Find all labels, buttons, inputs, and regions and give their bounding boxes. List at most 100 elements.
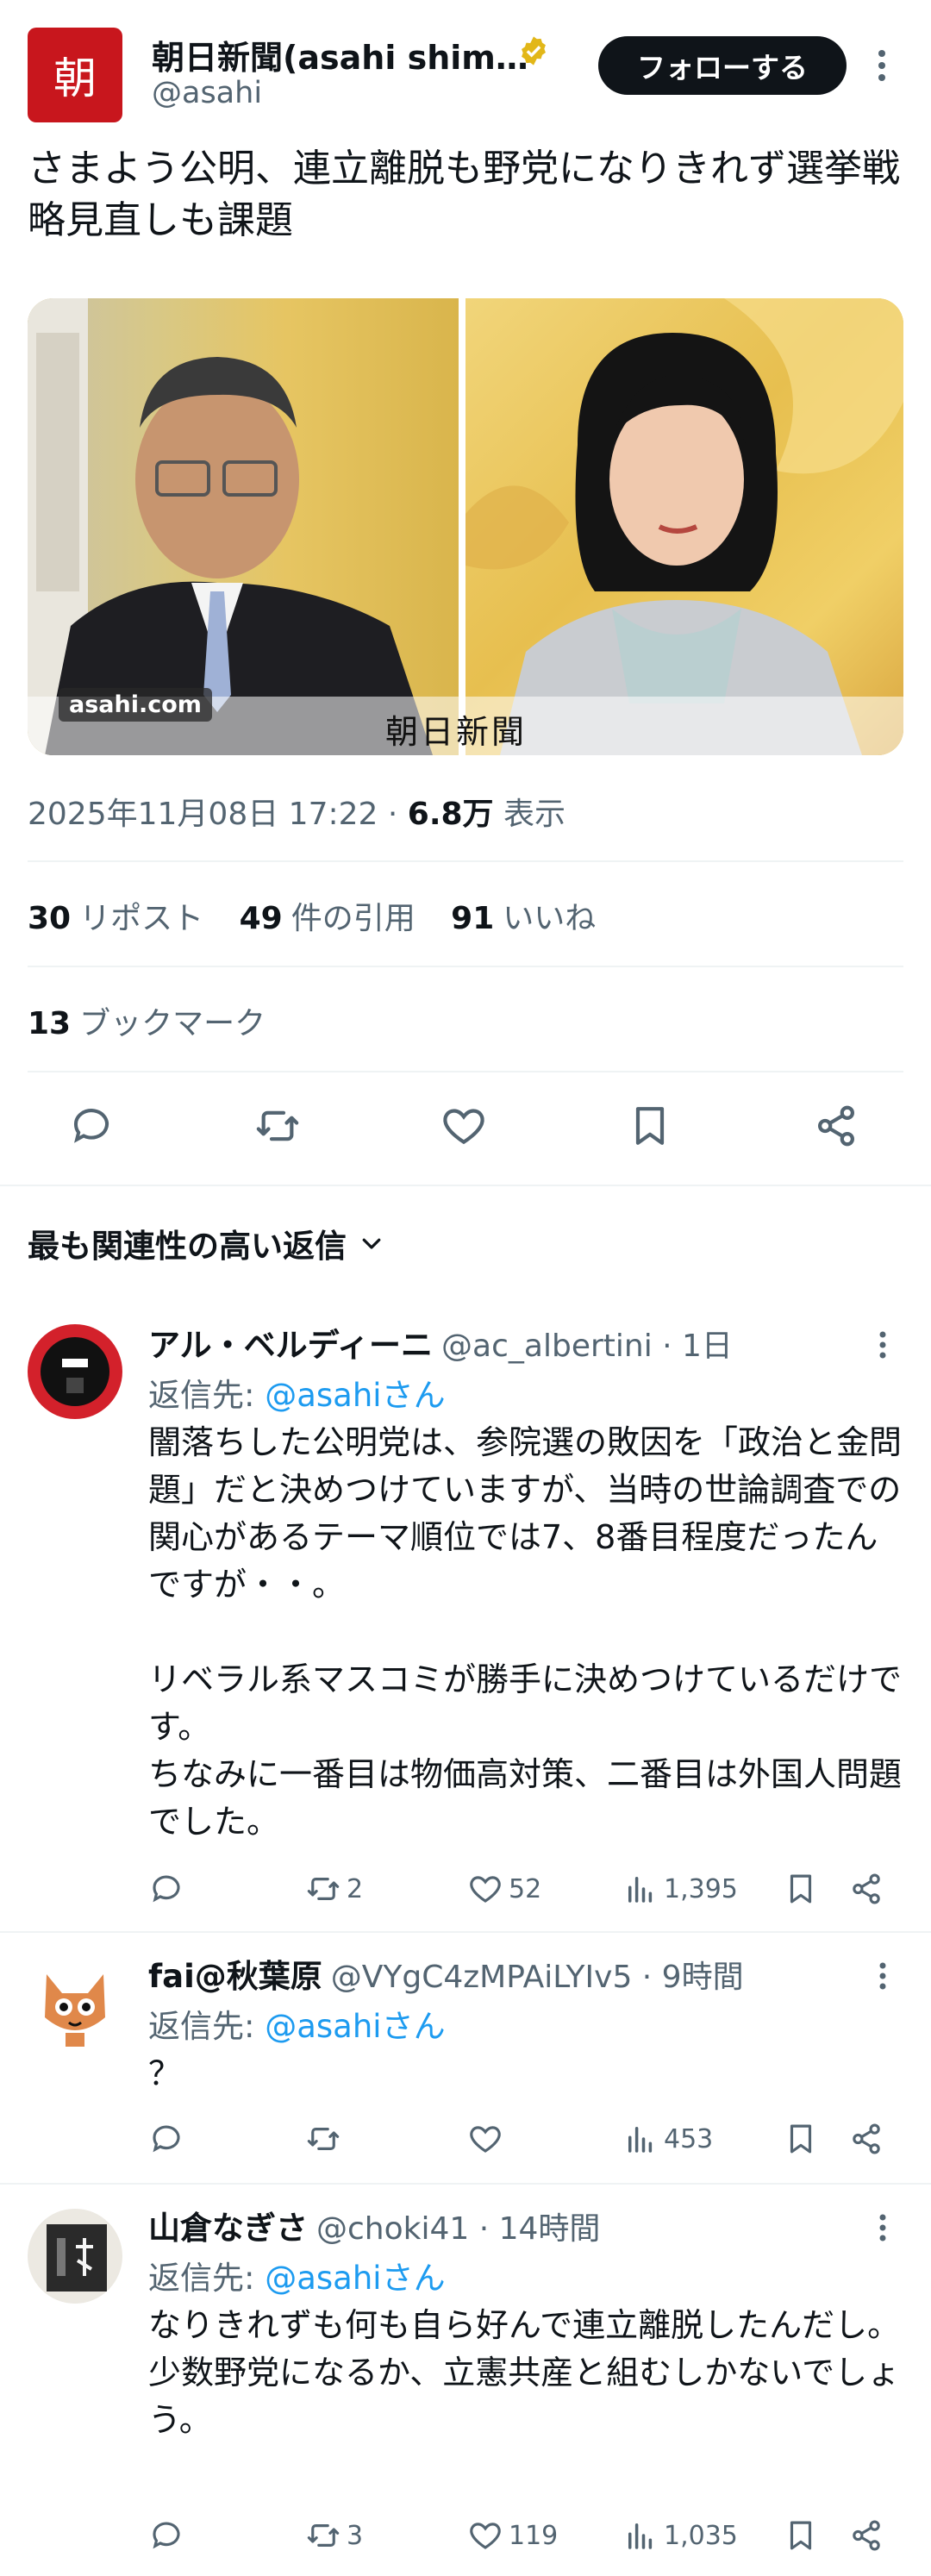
bookmark-button[interactable] xyxy=(624,1100,676,1152)
reply-to-link[interactable]: @asahiさん xyxy=(265,2008,445,2045)
reposts-count: 30 xyxy=(28,901,72,936)
reply-handle-time: @ac_albertini · 1日 xyxy=(441,1329,733,1364)
reply-author-name: アル・ベルディーニ xyxy=(148,1327,434,1364)
reply-reply-button[interactable] xyxy=(148,1871,184,1907)
reply-avatar[interactable] xyxy=(28,1324,122,1419)
bookmarks-stat[interactable]: 13 ブックマーク xyxy=(28,998,266,1043)
reply-bookmark-button[interactable] xyxy=(783,2121,819,2157)
reply-divider xyxy=(0,2183,931,2185)
reply-to-line: 返信先: @asahiさん xyxy=(148,2252,446,2298)
reply-reply-button[interactable] xyxy=(148,2121,184,2157)
reply-reply-button[interactable] xyxy=(148,2517,184,2554)
likes-stat[interactable]: 91 いいね xyxy=(451,901,596,936)
views-label: 表示 xyxy=(493,797,565,832)
reply-views[interactable]: 453 xyxy=(622,2121,713,2157)
follow-button[interactable]: フォローする xyxy=(598,36,847,95)
retweet-button[interactable] xyxy=(252,1100,303,1152)
more-options-icon[interactable] xyxy=(871,45,893,86)
divider xyxy=(28,860,903,862)
share-icon xyxy=(853,2123,880,2154)
bookmarks-label: ブックマーク xyxy=(79,1006,266,1041)
retweet-icon xyxy=(256,1110,299,1141)
reply-views[interactable]: 1,035 xyxy=(622,2517,738,2554)
reply-sort-selector[interactable]: 最も関連性の高い返信 xyxy=(28,1220,384,1266)
reply-icon xyxy=(73,1109,109,1143)
analytics-icon xyxy=(628,2127,653,2153)
account-handle[interactable]: @asahi xyxy=(152,76,262,110)
reply-more-icon[interactable] xyxy=(872,1328,893,1362)
reply-author[interactable]: fai@秋葉原 @VYgC4zMPAiLYIv5 · 9時間 xyxy=(148,1950,744,1997)
reply-body: 闇落ちした公明党は、参院選の敗因を「政治と金問題」だと決めつけていますが、当時の… xyxy=(148,1423,903,1841)
share-button[interactable] xyxy=(810,1100,862,1152)
reply-avatar[interactable] xyxy=(28,1957,122,2052)
bookmarks-count: 13 xyxy=(28,1006,72,1041)
reply-author[interactable]: 山倉なぎさ @choki41 · 14時間 xyxy=(148,2202,600,2248)
reply-like-count: 52 xyxy=(509,1873,542,1904)
reply-to-prefix: 返信先: xyxy=(148,2260,266,2297)
logo-char: 朝 xyxy=(53,53,97,103)
tweet-photo[interactable]: asahi.com 朝日新聞 xyxy=(28,298,903,755)
reply-retweet-button[interactable]: 3 xyxy=(305,2517,363,2554)
reply-to-link[interactable]: @asahiさん xyxy=(265,2260,445,2297)
divider xyxy=(28,1071,903,1072)
reply-body: なりきれずも何も自ら好んで連立離脱したんだし。 少数野党になるか、立憲共産と組む… xyxy=(148,2306,901,2439)
reply-bookmark-button[interactable] xyxy=(783,2517,819,2554)
reply-avatar[interactable] xyxy=(28,2209,122,2304)
analytics-icon xyxy=(628,2523,653,2549)
reply-to-link[interactable]: @asahiさん xyxy=(265,1377,445,1414)
reply-like-button[interactable]: 119 xyxy=(467,2517,558,2554)
reply-retweet-button[interactable] xyxy=(305,2121,347,2157)
tweet-text: さまよう公明、連立離脱も野党になりきれず選挙戦略見直しも課題 xyxy=(28,147,900,242)
reply-like-button[interactable] xyxy=(467,2121,509,2157)
share-icon xyxy=(818,1105,854,1147)
engagement-stats: 30 リポスト 49 件の引用 91 いいね xyxy=(28,893,596,938)
reply-share-button[interactable] xyxy=(848,2121,884,2157)
account-avatar[interactable]: 朝 xyxy=(28,28,122,122)
account-name[interactable]: 朝日新聞(asahi shim… xyxy=(152,31,528,78)
reply-to-prefix: 返信先: xyxy=(148,1377,266,1414)
reposts-stat[interactable]: 30 リポスト xyxy=(28,901,203,936)
tweet-date: 2025年11月08日 17:22 · xyxy=(28,797,408,832)
sort-label: 最も関連性の高い返信 xyxy=(28,1228,347,1265)
views-count: 6.8万 xyxy=(407,797,494,832)
reply-views-count: 1,395 xyxy=(664,1873,738,1904)
analytics-icon xyxy=(628,1877,653,1903)
reply-bookmark-button[interactable] xyxy=(783,1871,819,1907)
share-icon xyxy=(853,2520,880,2551)
heart-icon xyxy=(443,1109,484,1145)
heart-icon xyxy=(470,2126,501,2153)
heart-icon xyxy=(470,1876,501,1903)
reply-views-count: 1,035 xyxy=(664,2520,738,2551)
bookmark-icon xyxy=(635,1107,665,1145)
retweet-icon xyxy=(307,2128,340,2150)
divider xyxy=(28,966,903,967)
reply-divider xyxy=(0,1931,931,1933)
reply-to-line: 返信先: @asahiさん xyxy=(148,1369,446,1416)
reply-like-count: 119 xyxy=(509,2520,559,2551)
reply-share-button[interactable] xyxy=(848,1871,884,1907)
tweet-timestamp[interactable]: 2025年11月08日 17:22 · 6.8万 表示 xyxy=(28,789,565,834)
bookmark-icon xyxy=(790,1874,812,1904)
likes-label: いいね xyxy=(503,901,597,936)
reply-more-icon[interactable] xyxy=(872,2210,893,2245)
likes-count: 91 xyxy=(451,901,495,936)
reply-author-name: 山倉なぎさ xyxy=(148,2210,308,2247)
bookmark-icon xyxy=(790,2521,812,2550)
photo-right-panel xyxy=(466,298,903,755)
quotes-label: 件の引用 xyxy=(291,901,416,936)
reply-retweet-button[interactable]: 2 xyxy=(305,1871,363,1907)
reply-body: ？ xyxy=(148,2054,182,2092)
reply-views[interactable]: 1,395 xyxy=(622,1871,738,1907)
reply-more-icon[interactable] xyxy=(872,1959,893,1993)
reply-share-button[interactable] xyxy=(848,2517,884,2554)
watermark-paper: 朝日新聞 xyxy=(385,713,528,751)
heart-icon xyxy=(470,2523,501,2549)
section-divider xyxy=(0,1185,931,1186)
like-button[interactable] xyxy=(438,1100,490,1152)
reposts-label: リポスト xyxy=(79,901,204,936)
reply-button[interactable] xyxy=(66,1100,117,1152)
quotes-stat[interactable]: 49 件の引用 xyxy=(240,901,416,936)
reply-like-button[interactable]: 52 xyxy=(467,1871,541,1907)
reply-author[interactable]: アル・ベルディーニ @ac_albertini · 1日 xyxy=(148,1319,733,1366)
bookmark-icon xyxy=(790,2124,812,2154)
